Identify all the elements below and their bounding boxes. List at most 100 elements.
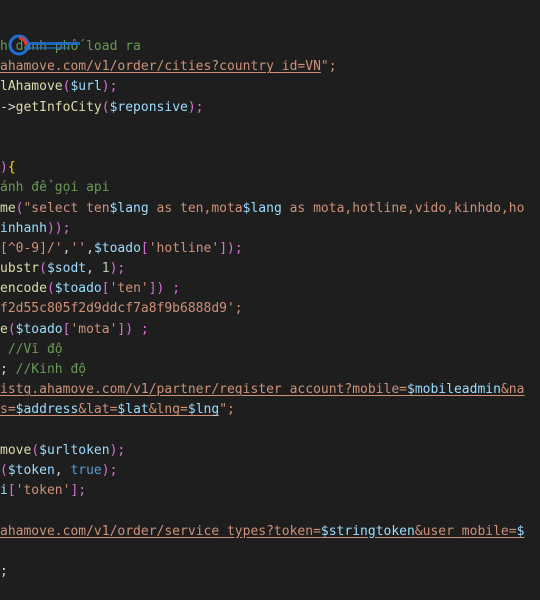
code-line[interactable] <box>0 542 540 562</box>
code-token: $sodt <box>46 261 87 277</box>
code-token: ]) ; <box>117 321 149 337</box>
code-token: ( <box>101 99 110 115</box>
code-token: ( <box>46 281 55 297</box>
code-line[interactable]: ($token, true); <box>0 461 540 481</box>
code-token: [ <box>101 281 110 297</box>
code-token: 'ten' <box>109 281 149 297</box>
code-token: ); <box>109 261 126 277</box>
code-token: "select ten <box>23 200 110 216</box>
code-token: //Vĩ độ <box>0 341 63 357</box>
code-editor[interactable]: h danh phố load ra ahamove.com/v1/order/c… <box>0 0 540 600</box>
code-line[interactable] <box>0 501 540 521</box>
code-token: $toado <box>93 240 141 256</box>
code-line[interactable]: move($urltoken); <box>0 441 540 461</box>
code-line[interactable] <box>0 421 540 441</box>
code-token: { <box>7 160 16 176</box>
code-line[interactable]: ; <box>0 562 540 582</box>
code-token: ánh để gọi api <box>0 180 110 196</box>
code-token: $token <box>7 462 55 478</box>
code-token: '' <box>70 240 87 256</box>
code-token: $toado <box>54 281 102 297</box>
code-line[interactable]: //Vĩ độ <box>0 340 540 360</box>
code-token: $lng <box>187 402 220 418</box>
code-line[interactable]: f2d55c805f2d9ddcf7a8f9b6888d9'; <box>0 299 540 319</box>
code-token: //Kinh độ <box>15 362 87 377</box>
code-token: as mota,hotline,vido,kinhdo,ho <box>281 200 525 216</box>
code-line[interactable] <box>0 138 540 158</box>
code-token: [^0-9]/' <box>0 240 63 256</box>
code-token: ubstr <box>0 261 40 277</box>
code-token: i <box>0 483 8 499</box>
code-token: getInfoCity <box>15 99 102 115</box>
code-token: ); <box>187 99 204 115</box>
code-line[interactable]: i['token']; <box>0 481 540 501</box>
code-token: ( <box>31 442 40 458</box>
code-token: &na <box>500 382 525 398</box>
code-area[interactable]: h danh phố load ra ahamove.com/v1/order/c… <box>0 37 540 582</box>
code-token: true <box>70 462 102 478</box>
code-token: 'hotline' <box>148 240 220 256</box>
code-token: f2d55c805f2d9ddcf7a8f9b6888d9'; <box>0 301 243 317</box>
code-token: [ <box>140 240 149 256</box>
code-token: $stringtoken <box>320 523 415 539</box>
code-token: ; <box>0 563 8 579</box>
code-token: me <box>0 200 16 216</box>
code-token: )); <box>46 220 71 236</box>
code-token: ; <box>0 362 16 377</box>
code-line[interactable]: ahamove.com/v1/order/cities?country_id=V… <box>0 57 540 77</box>
code-line[interactable]: e($toado['mota']) ; <box>0 320 540 340</box>
code-token: 'token' <box>15 483 71 499</box>
watermark-logo-icon <box>8 34 80 56</box>
code-token: as ten,mota <box>148 200 243 216</box>
code-token: $lat <box>117 402 149 418</box>
code-token: , <box>86 261 102 277</box>
code-token: encode <box>0 281 47 297</box>
code-token: $lang <box>242 200 282 216</box>
code-token: $toado <box>15 321 63 337</box>
code-token: move <box>0 442 32 458</box>
code-line[interactable]: inhanh)); <box>0 219 540 239</box>
code-token: ( <box>0 462 8 478</box>
code-token: ]) ; <box>148 281 181 297</box>
code-token: ( <box>7 321 16 337</box>
code-token: istg.ahamove.com/v1/partner/register_acc… <box>0 382 407 398</box>
code-token: lAhamove <box>0 79 63 95</box>
code-line[interactable]: ubstr($sodt, 1); <box>0 259 540 279</box>
code-token: "; <box>219 402 235 418</box>
code-line[interactable]: ánh để gọi api <box>0 178 540 198</box>
code-token: &lat= <box>78 402 118 418</box>
code-token: [ <box>7 483 16 499</box>
code-line[interactable]: me("select ten$lang as ten,mota$lang as … <box>0 199 540 219</box>
code-token: ]; <box>70 483 87 499</box>
code-token: ); <box>109 442 126 458</box>
code-token: , <box>86 240 94 256</box>
code-token: -> <box>0 99 16 115</box>
code-line[interactable] <box>0 118 540 138</box>
code-token: $reponsive <box>109 99 188 115</box>
code-line[interactable]: ->getInfoCity($reponsive); <box>0 98 540 118</box>
code-token: $lang <box>109 200 149 216</box>
code-token: ( <box>39 261 47 277</box>
code-token: ) <box>0 160 8 176</box>
code-token: ); <box>101 79 118 95</box>
code-line[interactable]: lAhamove($url); <box>0 77 540 97</box>
code-token: e <box>0 321 8 337</box>
code-token: $address <box>15 402 79 418</box>
code-line[interactable]: ahamove.com/v1/order/service_types?token… <box>0 522 540 542</box>
code-token: s= <box>0 402 16 418</box>
code-token: ahamove.com/v1/order/cities?country_id=V… <box>0 59 321 75</box>
code-line[interactable]: [^0-9]/','',$toado['hotline']); <box>0 239 540 259</box>
code-token: $url <box>70 79 102 95</box>
code-line[interactable]: encode($toado['ten']) ; <box>0 279 540 299</box>
code-token: 1 <box>101 261 110 277</box>
code-token: ); <box>101 462 118 478</box>
code-token: "; <box>320 59 337 75</box>
code-token: &lng= <box>148 402 188 418</box>
code-line[interactable]: ){ <box>0 158 540 178</box>
code-line[interactable]: istg.ahamove.com/v1/partner/register_acc… <box>0 380 540 400</box>
code-token: ]); <box>219 240 243 256</box>
code-token: &user_mobile= <box>414 523 517 539</box>
code-line[interactable]: s=$address&lat=$lat&lng=$lng"; <box>0 400 540 420</box>
code-token: inhanh <box>0 220 47 236</box>
code-line[interactable]: ; //Kinh độ <box>0 360 540 380</box>
